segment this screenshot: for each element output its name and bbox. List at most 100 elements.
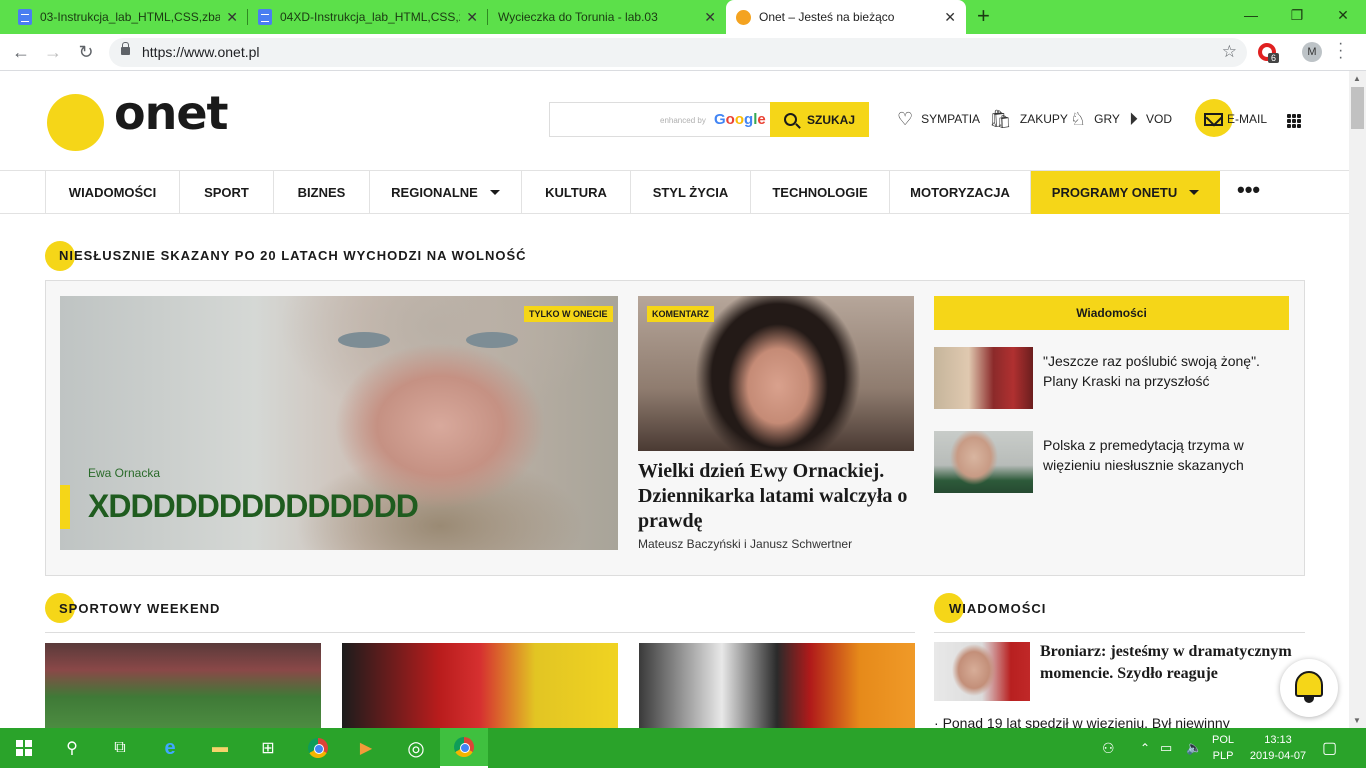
clock[interactable]: 13:13 2019-04-07 [1248,728,1308,768]
browser-tab[interactable]: 04XD-Instrukcja_lab_HTML,CSS,zl ✕ [248,0,488,34]
browser-tab[interactable]: 03-Instrukcja_lab_HTML,CSS,zbac ✕ [8,0,248,34]
url-bar[interactable]: https://www.onet.pl ☆ [109,38,1247,67]
logo-text[interactable]: onet [114,86,229,140]
search-icon [783,113,797,126]
article-authors: Mateusz Baczyński i Janusz Schwertner [638,537,853,551]
menu-icon[interactable]: · · · [1338,36,1344,66]
chrome-logo [308,738,328,758]
nav-item-sport[interactable]: SPORT [179,171,273,214]
nav-label: REGIONALNE [391,185,478,200]
scrollbar-thumb[interactable] [1351,87,1364,129]
url-text[interactable]: https://www.onet.pl [142,44,260,60]
minimize-button[interactable]: — [1228,0,1274,30]
article-thumbnail[interactable] [934,347,1033,409]
edge-icon[interactable]: e [146,728,194,768]
more-icon[interactable]: ••• [1237,177,1260,203]
search-button[interactable]: SZUKAJ [770,102,869,137]
search-icon[interactable]: ⚲ [48,728,96,768]
new-tab-button[interactable]: + [977,3,990,29]
sport-photo[interactable] [639,643,915,728]
language-indicator[interactable]: POL PLP [1212,728,1234,768]
hero-title[interactable]: XDDDDDDDDDDDDDD [88,488,419,525]
nav-label: WIADOMOŚCI [68,185,157,200]
nav-item-wiadomosci[interactable]: WIADOMOŚCI [45,171,179,214]
clock-time: 13:13 [1264,734,1292,746]
apps-grid-icon[interactable] [1287,114,1301,128]
sport-photo[interactable] [45,643,321,728]
chess-knight-icon: ♘ [1070,108,1087,129]
reload-icon[interactable]: ↻ [75,42,97,63]
heart-icon: ♡ [897,108,914,129]
target-app-icon[interactable]: ◎ [392,728,440,768]
notification-bell-button[interactable] [1280,659,1338,717]
close-window-button[interactable]: ✕ [1320,0,1366,30]
list-item-title[interactable]: Ponad 19 lat spędził w więzieniu. Był ni… [943,715,1230,728]
comment-badge: KOMENTARZ [647,306,714,322]
nav-item-programy-onetu[interactable]: PROGRAMY ONETU [1030,171,1220,214]
clock-date: 2019-04-07 [1249,750,1307,762]
list-item[interactable]: "Jeszcze raz poślubić swoją żonę". Plany… [934,347,1289,409]
browser-tab-active[interactable]: Onet – Jesteś na bieżąco ✕ [726,0,966,34]
article-thumbnail[interactable] [934,642,1030,701]
service-link-zakupy[interactable]: 🛍 ZAKUPY [989,107,1068,131]
article-title[interactable]: Broniarz: jesteśmy w dramatycznym momenc… [1040,641,1305,685]
tab-title: Wycieczka do Torunia - lab.03 [498,10,658,24]
avatar[interactable]: M [1302,42,1322,62]
article-thumbnail[interactable] [934,431,1033,493]
close-icon[interactable]: ✕ [944,9,956,26]
docs-icon [258,9,272,25]
star-icon[interactable]: ☆ [1222,42,1237,62]
play-icon: ⏵ [1129,108,1138,129]
search-input[interactable]: enhanced by Google [549,102,771,137]
article-title[interactable]: Wielki dzień Ewy Ornackiej. Dziennikarka… [638,459,916,534]
nav-item-styl-zycia[interactable]: STYL ŻYCIA [630,171,750,214]
scrollbar[interactable]: ▲ ▼ [1349,71,1366,728]
chevron-up-icon[interactable]: ⌃ [1140,728,1150,768]
volume-icon[interactable]: 🔈 [1186,728,1202,768]
service-link-sympatia[interactable]: ♡ SYMPATIA [897,107,980,131]
search-button-label: SZUKAJ [806,112,855,127]
chrome-active-icon[interactable] [440,728,488,768]
scroll-up-icon[interactable]: ▲ [1353,74,1361,83]
network-icon[interactable]: ▭ [1160,728,1172,768]
list-item[interactable]: Polska z premedytacją trzyma w więzieniu… [934,431,1289,493]
nav-item-regionalne[interactable]: REGIONALNE [369,171,521,214]
chrome-icon[interactable] [294,728,342,768]
list-item-title[interactable]: "Jeszcze raz poślubić swoją żonę". Plany… [1043,351,1283,391]
nav-item-motoryzacja[interactable]: MOTORYZACJA [889,171,1030,214]
sport-photo[interactable] [342,643,618,728]
close-icon[interactable]: ✕ [466,9,478,26]
section-title[interactable]: NIESŁUSZNIE SKAZANY PO 20 LATACH WYCHODZ… [59,248,527,263]
section-title[interactable]: WIADOMOŚCI [949,601,1046,616]
nav-item-technologie[interactable]: TECHNOLOGIE [750,171,889,214]
close-icon[interactable]: ✕ [226,9,238,26]
browser-tab[interactable]: Wycieczka do Torunia - lab.03 ✕ [488,0,726,86]
onet-logo-icon[interactable] [47,94,104,151]
service-link-gry[interactable]: ♘ GRY [1070,107,1120,131]
back-icon[interactable]: ← [10,42,32,63]
nav-item-biznes[interactable]: BIZNES [273,171,369,214]
lang-bottom: PLP [1212,750,1234,762]
store-icon[interactable]: ⊞ [244,728,292,768]
close-icon[interactable]: ✕ [704,9,716,26]
list-item[interactable]: · Ponad 19 lat spędził w więzieniu. Był … [934,715,1294,728]
lock-icon[interactable] [121,42,130,55]
sidebar-heading[interactable]: Wiadomości [934,296,1289,330]
file-explorer-icon[interactable]: ▬ [196,728,244,768]
mail-icon[interactable] [1204,113,1223,126]
list-item-title[interactable]: Polska z premedytacją trzyma w więzieniu… [1043,435,1283,475]
section-title[interactable]: SPORTOWY WEEKEND [59,601,220,616]
notification-center-icon[interactable]: ▢ [1322,728,1337,768]
hero-author[interactable]: Ewa Ornacka [88,466,160,480]
task-view-icon[interactable]: ⧉ [96,728,144,768]
media-app-icon[interactable]: ▶ [342,728,390,768]
forward-icon[interactable]: → [42,42,64,63]
scroll-down-icon[interactable]: ▼ [1353,716,1361,725]
restore-button[interactable]: ❐ [1274,0,1320,30]
service-link-vod[interactable]: ⏵ VOD [1129,107,1172,131]
nav-item-kultura[interactable]: KULTURA [521,171,630,214]
google-logo: Google [714,111,766,128]
people-icon[interactable]: ⚇ [1102,728,1115,768]
start-button[interactable] [0,728,48,768]
email-label[interactable]: E-MAIL [1227,112,1267,126]
